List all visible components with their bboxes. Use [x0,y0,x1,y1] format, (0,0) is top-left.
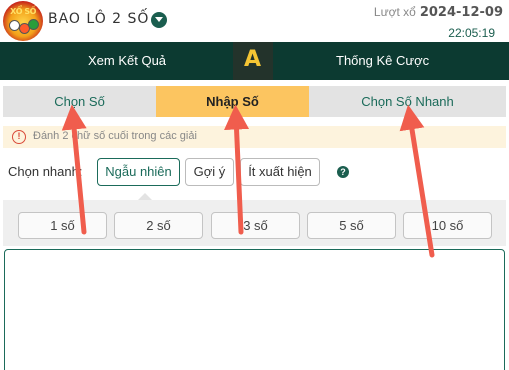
suggest-button[interactable]: Gợi ý [185,158,234,186]
entry-mode-tabs: Chọn Số Nhập Số Chọn Số Nhanh [3,86,506,117]
tab-input-number[interactable]: Nhập Số [156,86,309,117]
nav-center-badge[interactable]: A [233,42,273,80]
quick-select-label: Chọn nhanh: [8,164,83,179]
rule-notice: ! Đánh 2 chữ số cuối trong các giải [3,126,506,148]
lottery-logo[interactable]: XỔ SỐ [3,1,43,41]
countdown-clock: 22:05:19 [448,26,495,40]
count-1-button[interactable]: 1 số [18,212,107,239]
count-5-button[interactable]: 5 số [307,212,396,239]
draw-info: Lượt xổ 2024-12-09 [374,5,503,20]
app-root: XỔ SỐ BAO LÔ 2 SỐ Lượt xổ 2024-12-09 22:0… [0,0,509,370]
count-panel: 1 số 2 số 3 số 5 số 10 số [3,200,506,246]
tab-quick-choose[interactable]: Chọn Số Nhanh [309,86,506,117]
rarely-appear-button[interactable]: Ít xuất hiện [240,158,320,186]
top-header: XỔ SỐ BAO LÔ 2 SỐ Lượt xổ 2024-12-09 22:0… [0,0,509,42]
bet-stats-link[interactable]: Thống Kê Cược [336,53,429,68]
tab-choose-number[interactable]: Chọn Số [3,86,156,117]
logo-text: XỔ SỐ [10,7,36,16]
brand-a-icon: A [244,47,262,72]
draw-date: 2024-12-09 [419,5,503,20]
number-entry-textarea[interactable] [4,249,505,370]
count-2-button[interactable]: 2 số [114,212,203,239]
popover-caret [138,193,152,200]
rule-text: Đánh 2 chữ số cuối trong các giải [33,130,197,142]
game-title[interactable]: BAO LÔ 2 SỐ [48,11,149,27]
draw-label: Lượt xổ [373,5,416,19]
ball-icon [28,19,39,30]
chevron-down-icon[interactable] [151,12,167,28]
count-10-button[interactable]: 10 số [403,212,492,239]
info-icon: ! [12,130,26,144]
view-results-link[interactable]: Xem Kết Quả [88,53,166,68]
random-button[interactable]: Ngẫu nhiên [97,158,180,186]
count-3-button[interactable]: 3 số [211,212,300,239]
help-icon[interactable]: ? [337,166,349,178]
